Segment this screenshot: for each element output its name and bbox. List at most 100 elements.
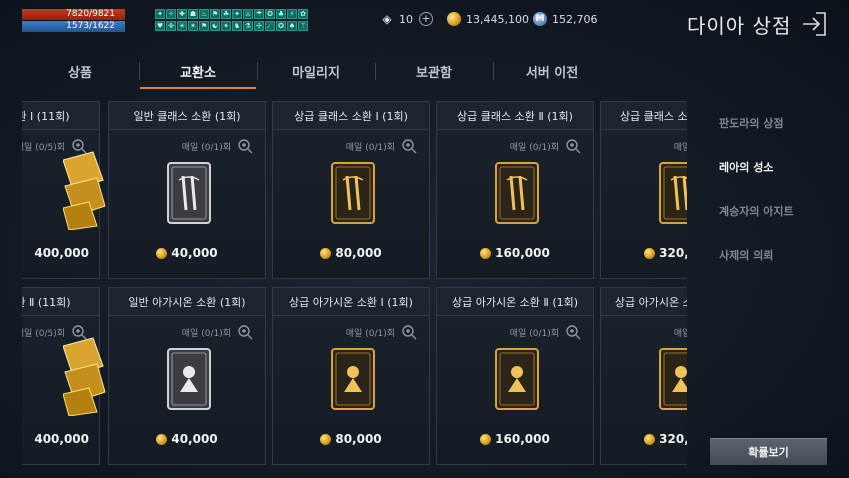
exit-icon[interactable]: [800, 10, 828, 38]
card-title: 클래스 소환 Ⅱ (11회): [22, 288, 99, 316]
mileage-amount: 152,706: [552, 12, 598, 26]
exchange-card[interactable]: 상급 아가시온 소환 Ⅲ (1회) 매일 (0/1)회 320,000: [600, 287, 687, 465]
buff-icon[interactable]: ✦: [232, 9, 242, 19]
tab-separator: [493, 62, 494, 80]
gold-coin-icon: [156, 247, 168, 259]
card-title: 일반 클래스 소환 (1회): [109, 102, 265, 130]
price: 320,000: [601, 246, 687, 260]
exchange-card[interactable]: 클래스 소환 Ⅱ (11회) 매일 (0/5)회 400,000: [22, 287, 106, 465]
buff-icon-grid: ✦ ✧ ✚ ☗ ♨ ⚑ ☘ ✦ ⚔ ☂ ✪ ♣ ⚡ ✿ ♥ ✜ ☀ ✶ ⚑ ☯ ✦ ♞ ⚗ ✢ ☄ ✪ ♠ ⚚: [155, 9, 311, 32]
side-menu-item[interactable]: 사제의 의뢰: [719, 247, 773, 263]
buff-icon[interactable]: ☯: [210, 21, 220, 31]
exchange-grid: 클래스 소환 Ⅰ (11회) 매일 (0/5)회 400,000 일반 클래스 소환 …: [22, 101, 687, 478]
class-card-icon: [659, 162, 687, 224]
daily-limit: 매일 (0/1)회: [509, 329, 559, 339]
buff-icon[interactable]: ⚚: [298, 21, 308, 31]
exchange-card[interactable]: 상급 아가시온 소환 Ⅰ (1회) 매일 (0/1)회 80,000: [272, 287, 430, 465]
zoom-icon[interactable]: [401, 138, 417, 154]
price: 160,000: [437, 246, 593, 260]
price-value: 80,000: [335, 432, 382, 446]
buff-icon[interactable]: ✜: [166, 21, 176, 31]
card-title: 일반 아가시온 소환 (1회): [109, 288, 265, 316]
price: 400,000: [22, 246, 99, 260]
price: 40,000: [109, 432, 265, 446]
card-title: 상급 클래스 소환 Ⅲ (1회): [601, 102, 687, 130]
zoom-icon[interactable]: [565, 324, 581, 340]
exchange-card[interactable]: 상급 클래스 소환 Ⅰ (1회) 매일 (0/1)회 80,000: [272, 101, 430, 279]
price: 160,000: [437, 432, 593, 446]
gold-amount: 13,445,100: [466, 12, 529, 26]
exchange-card[interactable]: 상급 아가시온 소환 Ⅱ (1회) 매일 (0/1)회 160,000: [436, 287, 594, 465]
buff-icon[interactable]: ♨: [199, 9, 209, 19]
diamond-currency: ◈ 10 +: [380, 11, 433, 27]
buff-icon[interactable]: ♣: [276, 9, 286, 19]
exchange-card[interactable]: 일반 클래스 소환 (1회) 매일 (0/1)회 40,000: [108, 101, 266, 279]
gold-gem-icon: [62, 336, 107, 417]
buff-icon[interactable]: ☂: [254, 9, 264, 19]
tab-0[interactable]: 상품: [22, 54, 138, 88]
buff-icon[interactable]: ✦: [221, 21, 231, 31]
zoom-icon[interactable]: [237, 138, 253, 154]
zoom-icon[interactable]: [401, 324, 417, 340]
exchange-card[interactable]: 상급 클래스 소환 Ⅲ (1회) 매일 (0/1)회 320,000: [600, 101, 687, 279]
class-card-icon: [495, 162, 539, 224]
daily-limit: 매일 (0/1)회: [509, 143, 559, 153]
tab-3[interactable]: 보관함: [376, 54, 492, 88]
buff-icon[interactable]: ⚑: [199, 21, 209, 31]
tab-4[interactable]: 서버 이전: [494, 54, 610, 88]
buff-icon[interactable]: ⚑: [210, 9, 220, 19]
buff-icon[interactable]: ♥: [155, 21, 165, 31]
gold-coin-icon: [480, 247, 492, 259]
tab-separator: [257, 62, 258, 80]
price: 80,000: [273, 246, 429, 260]
buff-icon[interactable]: ⚔: [243, 9, 253, 19]
price-value: 40,000: [171, 432, 218, 446]
add-diamond-button[interactable]: +: [419, 12, 433, 26]
buff-icon[interactable]: ✢: [254, 21, 264, 31]
tab-1[interactable]: 교환소: [140, 54, 256, 88]
gold-coin-icon: [320, 433, 332, 445]
agathion-card-icon: [495, 348, 539, 410]
buff-icon[interactable]: ☀: [177, 21, 187, 31]
daily-limit: 매일 (0/1)회: [181, 143, 231, 153]
card-title: 상급 클래스 소환 Ⅰ (1회): [273, 102, 429, 130]
zoom-icon[interactable]: [237, 324, 253, 340]
daily-limit: 매일 (0/5)회: [22, 143, 65, 153]
card-title: 상급 클래스 소환 Ⅱ (1회): [437, 102, 593, 130]
exchange-card[interactable]: 클래스 소환 Ⅰ (11회) 매일 (0/5)회 400,000: [22, 101, 106, 279]
buff-icon[interactable]: ♞: [232, 21, 242, 31]
buff-icon[interactable]: ☄: [265, 21, 275, 31]
price-value: 400,000: [34, 246, 89, 260]
buff-icon[interactable]: ⚗: [243, 21, 253, 31]
buff-icon[interactable]: ☘: [221, 9, 231, 19]
side-menu-item[interactable]: 판도라의 상점: [719, 115, 784, 131]
buff-icon[interactable]: ⚡: [287, 9, 297, 19]
gold-coin-icon: [644, 433, 656, 445]
buff-icon[interactable]: ♠: [287, 21, 297, 31]
exchange-card[interactable]: 상급 클래스 소환 Ⅱ (1회) 매일 (0/1)회 160,000: [436, 101, 594, 279]
agathion-card-icon: [659, 348, 687, 410]
buff-icon[interactable]: ✚: [177, 9, 187, 19]
buff-icon[interactable]: ✪: [276, 21, 286, 31]
side-menu-item[interactable]: 계승자의 아지트: [719, 203, 794, 219]
price-value: 40,000: [171, 246, 218, 260]
buff-icon[interactable]: ✦: [155, 9, 165, 19]
gold-coin-icon: [447, 12, 461, 26]
zoom-icon[interactable]: [565, 138, 581, 154]
buff-icon[interactable]: ✿: [298, 9, 308, 19]
buff-icon[interactable]: ☗: [188, 9, 198, 19]
mileage-icon: M: [533, 12, 547, 26]
tab-2[interactable]: 마일리지: [258, 54, 374, 88]
probability-button[interactable]: 확률보기: [710, 438, 827, 465]
price-value: 400,000: [34, 432, 89, 446]
gold-gem-icon: [62, 150, 107, 231]
buff-icon[interactable]: ✧: [166, 9, 176, 19]
tab-separator: [139, 62, 140, 80]
exchange-card[interactable]: 일반 아가시온 소환 (1회) 매일 (0/1)회 40,000: [108, 287, 266, 465]
side-menu-item[interactable]: 레아의 성소: [719, 159, 773, 175]
buff-icon[interactable]: ✶: [188, 21, 198, 31]
card-title: 클래스 소환 Ⅰ (11회): [22, 102, 99, 130]
price: 400,000: [22, 432, 99, 446]
gold-coin-icon: [320, 247, 332, 259]
buff-icon[interactable]: ✪: [265, 9, 275, 19]
